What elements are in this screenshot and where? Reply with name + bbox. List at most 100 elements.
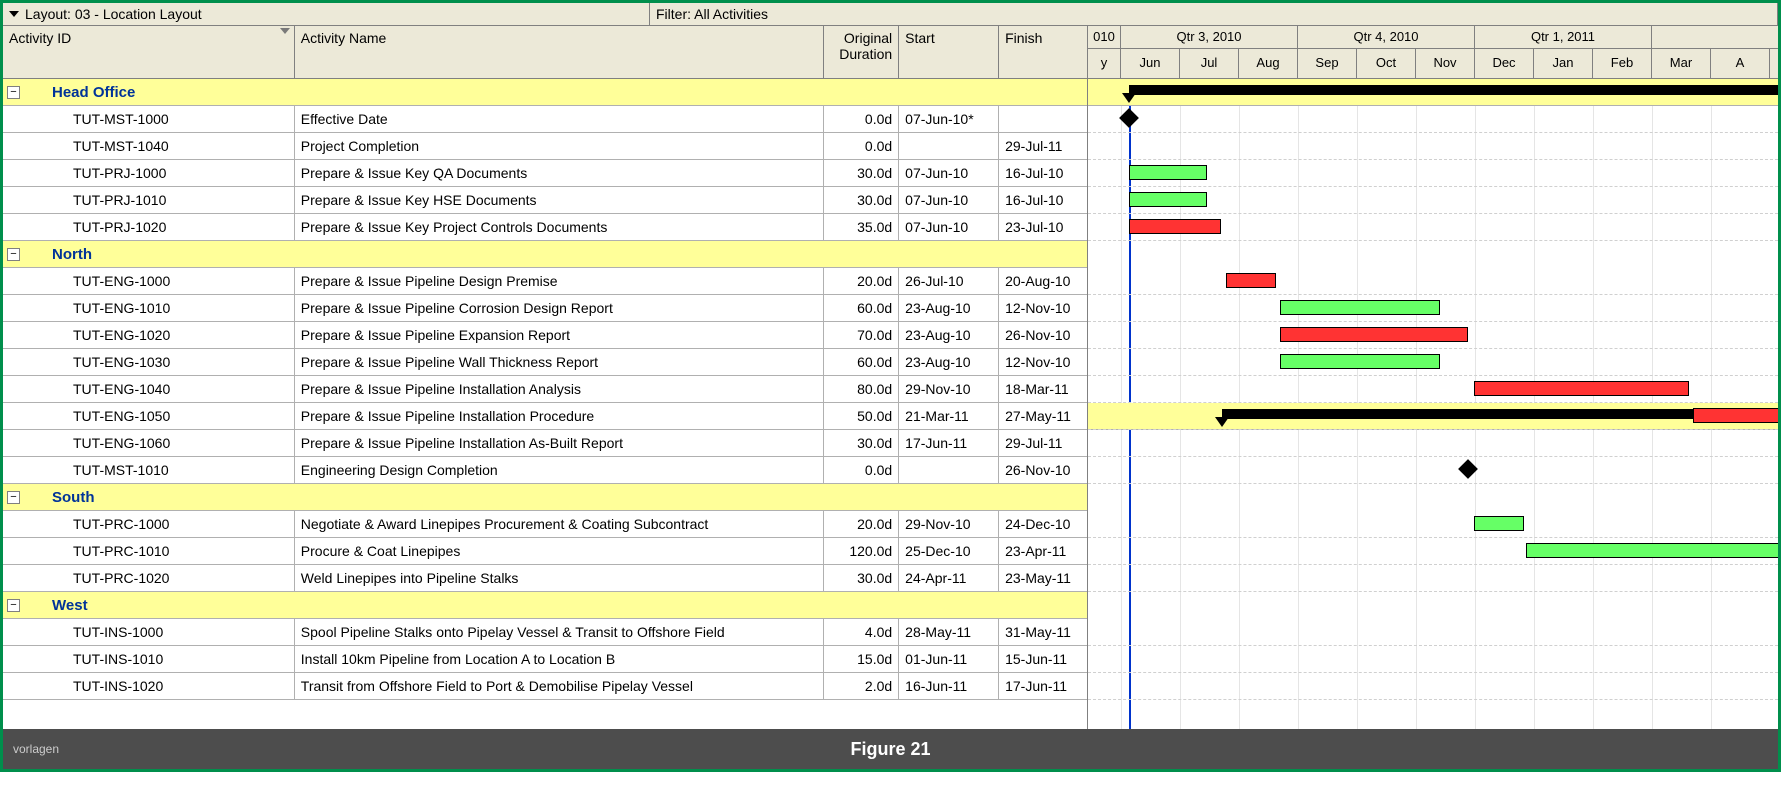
gantt-row [1088, 214, 1778, 241]
task-row[interactable]: TUT-PRC-1010Procure & Coat Linepipes120.… [3, 538, 1087, 565]
task-row[interactable]: TUT-ENG-1030Prepare & Issue Pipeline Wal… [3, 349, 1087, 376]
gantt-bar[interactable] [1129, 192, 1207, 207]
gantt-row [1088, 160, 1778, 187]
caption-bar: vorlagen Figure 21 [3, 729, 1778, 769]
task-row[interactable]: TUT-ENG-1020Prepare & Issue Pipeline Exp… [3, 322, 1087, 349]
gantt-row [1088, 133, 1778, 160]
start-cell: 29-Nov-10 [899, 511, 999, 537]
task-row[interactable]: TUT-INS-1000Spool Pipeline Stalks onto P… [3, 619, 1087, 646]
duration-cell: 60.0d [824, 295, 899, 321]
month-header: y [1088, 49, 1121, 78]
task-row[interactable]: TUT-ENG-1060Prepare & Issue Pipeline Ins… [3, 430, 1087, 457]
finish-cell: 16-Jul-10 [999, 187, 1087, 213]
app-window: Layout: 03 - Location Layout Filter: All… [0, 0, 1781, 772]
gantt-bar[interactable] [1474, 516, 1524, 531]
activity-id-cell: TUT-PRC-1020 [3, 565, 295, 591]
task-row[interactable]: TUT-MST-1040Project Completion0.0d29-Jul… [3, 133, 1087, 160]
gantt-row [1088, 187, 1778, 214]
gantt-chart[interactable] [1088, 79, 1778, 729]
gantt-bar[interactable] [1280, 300, 1440, 315]
activity-name-cell: Weld Linepipes into Pipeline Stalks [295, 565, 824, 591]
finish-cell: 26-Nov-10 [999, 322, 1087, 348]
gantt-bar[interactable] [1280, 354, 1440, 369]
collapse-icon[interactable]: − [7, 491, 20, 504]
milestone-diamond-icon[interactable] [1119, 108, 1139, 128]
gantt-bar[interactable] [1526, 543, 1778, 558]
group-label: Head Office [26, 84, 135, 101]
collapse-icon[interactable]: − [7, 599, 20, 612]
activity-name-cell: Prepare & Issue Pipeline Design Premise [295, 268, 824, 294]
task-row[interactable]: TUT-ENG-1040Prepare & Issue Pipeline Ins… [3, 376, 1087, 403]
task-row[interactable]: TUT-PRJ-1000Prepare & Issue Key QA Docum… [3, 160, 1087, 187]
milestone-diamond-icon[interactable] [1458, 459, 1478, 479]
task-row[interactable]: TUT-MST-1010Engineering Design Completio… [3, 457, 1087, 484]
layout-selector[interactable]: Layout: 03 - Location Layout [3, 3, 650, 25]
finish-cell: 17-Jun-11 [999, 673, 1087, 699]
group-row[interactable]: −West [3, 592, 1087, 619]
task-row[interactable]: TUT-INS-1010Install 10km Pipeline from L… [3, 646, 1087, 673]
gantt-row [1088, 673, 1778, 700]
activity-id-cell: TUT-INS-1000 [3, 619, 295, 645]
finish-cell [999, 106, 1087, 132]
activity-name-cell: Negotiate & Award Linepipes Procurement … [295, 511, 824, 537]
activity-name-cell: Prepare & Issue Pipeline Installation An… [295, 376, 824, 402]
group-row[interactable]: −South [3, 484, 1087, 511]
finish-cell: 29-Jul-11 [999, 430, 1087, 456]
col-header-activity-id[interactable]: Activity ID [3, 26, 295, 78]
time-headers: 010Qtr 3, 2010Qtr 4, 2010Qtr 1, 2011 yJu… [1088, 26, 1778, 79]
activity-id-cell: TUT-ENG-1040 [3, 376, 295, 402]
finish-cell: 23-Jul-10 [999, 214, 1087, 240]
task-row[interactable]: TUT-PRJ-1010Prepare & Issue Key HSE Docu… [3, 187, 1087, 214]
group-row[interactable]: −Head Office [3, 79, 1087, 106]
collapse-icon[interactable]: − [7, 248, 20, 261]
start-cell [899, 133, 999, 159]
group-row[interactable]: −North [3, 241, 1087, 268]
quarter-header: Qtr 1, 2011 [1475, 26, 1652, 48]
task-row[interactable]: TUT-ENG-1010Prepare & Issue Pipeline Cor… [3, 295, 1087, 322]
activity-grid[interactable]: −Head OfficeTUT-MST-1000Effective Date0.… [3, 79, 1087, 729]
gantt-row [1088, 538, 1778, 565]
col-header-start[interactable]: Start [899, 26, 999, 78]
gantt-row [1088, 106, 1778, 133]
gantt-bar[interactable] [1280, 327, 1468, 342]
gantt-bar[interactable] [1129, 165, 1207, 180]
caption-left-note: vorlagen [13, 742, 59, 756]
gantt-row [1088, 646, 1778, 673]
start-cell: 17-Jun-11 [899, 430, 999, 456]
activity-id-cell: TUT-MST-1040 [3, 133, 295, 159]
task-row[interactable]: TUT-ENG-1000Prepare & Issue Pipeline Des… [3, 268, 1087, 295]
duration-cell: 20.0d [824, 511, 899, 537]
col-header-duration[interactable]: Original Duration [824, 26, 899, 78]
filter-selector[interactable]: Filter: All Activities [650, 3, 1778, 25]
gantt-bar[interactable] [1226, 273, 1276, 288]
finish-cell: 16-Jul-10 [999, 160, 1087, 186]
gantt-pane[interactable]: 010Qtr 3, 2010Qtr 4, 2010Qtr 1, 2011 yJu… [1088, 26, 1778, 729]
task-row[interactable]: TUT-PRC-1020Weld Linepipes into Pipeline… [3, 565, 1087, 592]
chevron-down-icon [9, 11, 19, 17]
gantt-row [1088, 619, 1778, 646]
col-header-activity-name[interactable]: Activity Name [295, 26, 825, 78]
finish-cell: 31-May-11 [999, 619, 1087, 645]
activity-id-cell: TUT-ENG-1050 [3, 403, 295, 429]
task-row[interactable]: TUT-INS-1020Transit from Offshore Field … [3, 673, 1087, 700]
duration-cell: 2.0d [824, 673, 899, 699]
activity-id-cell: TUT-MST-1000 [3, 106, 295, 132]
gantt-row [1088, 268, 1778, 295]
task-row[interactable]: TUT-ENG-1050Prepare & Issue Pipeline Ins… [3, 403, 1087, 430]
task-row[interactable]: TUT-PRJ-1020Prepare & Issue Key Project … [3, 214, 1087, 241]
task-row[interactable]: TUT-PRC-1000Negotiate & Award Linepipes … [3, 511, 1087, 538]
activity-name-cell: Engineering Design Completion [295, 457, 824, 483]
task-row[interactable]: TUT-MST-1000Effective Date0.0d07-Jun-10* [3, 106, 1087, 133]
gantt-bar[interactable] [1474, 381, 1689, 396]
start-cell: 24-Apr-11 [899, 565, 999, 591]
activity-id-cell: TUT-PRJ-1000 [3, 160, 295, 186]
finish-cell: 26-Nov-10 [999, 457, 1087, 483]
col-header-finish[interactable]: Finish [999, 26, 1087, 78]
collapse-icon[interactable]: − [7, 86, 20, 99]
gantt-bar[interactable] [1693, 408, 1778, 423]
finish-cell: 15-Jun-11 [999, 646, 1087, 672]
activity-name-cell: Project Completion [295, 133, 824, 159]
gantt-group-row [1088, 79, 1778, 106]
gantt-bar[interactable] [1129, 219, 1221, 234]
finish-cell: 24-Dec-10 [999, 511, 1087, 537]
